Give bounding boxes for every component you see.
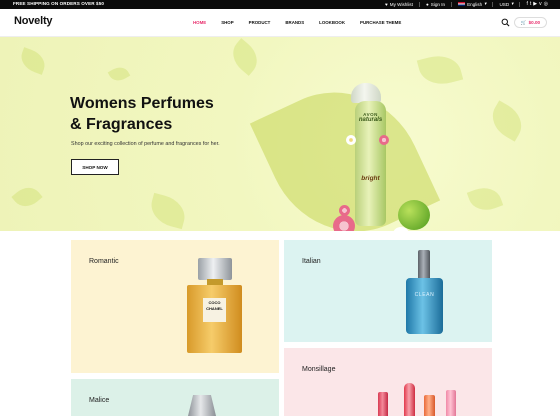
leaf-decoration: [485, 100, 529, 142]
lipstick-image: [424, 395, 435, 416]
vimeo-icon[interactable]: v: [539, 1, 542, 7]
user-icon: ●: [425, 1, 429, 7]
top-bar: FREE SHIPPING ON ORDERS OVER $50 ♥ My Wis…: [0, 0, 560, 9]
youtube-icon[interactable]: ▶: [533, 1, 537, 7]
lipstick-image: [378, 392, 388, 416]
pink-flower-image: [339, 205, 350, 216]
cart-button[interactable]: 🛒 $0.00: [514, 17, 547, 28]
leaf-decoration: [11, 181, 43, 213]
leaf-decoration: [107, 63, 131, 85]
top-bar-right: ♥ My Wishlist ● Sign In English ▾ USD ▾ f t …: [385, 1, 548, 7]
bottle-cap: [351, 83, 381, 103]
lipstick-image: [446, 390, 456, 416]
nav-brands[interactable]: BRANDS: [285, 20, 304, 25]
signin-link[interactable]: ● Sign In: [426, 2, 445, 7]
hero-subtitle: Shop our exciting collection of perfume …: [71, 141, 220, 147]
clean-perfume-image: [406, 278, 443, 334]
wishlist-link[interactable]: ♥ My Wishlist: [385, 2, 413, 7]
hero-banner: Womens Perfumes & Fragrances Shop our ex…: [0, 37, 560, 231]
chevron-down-icon: ▾: [484, 1, 487, 6]
divider: [519, 1, 521, 7]
hero-title: Womens Perfumes & Fragrances: [70, 95, 214, 134]
search-icon[interactable]: [501, 18, 510, 27]
nav-shop[interactable]: SHOP: [221, 20, 233, 25]
category-label: Italian: [302, 258, 321, 265]
divider: [492, 1, 494, 7]
coco-perfume-label: COCO CHANEL: [203, 298, 226, 322]
site-logo[interactable]: Novelty: [14, 15, 53, 27]
main-header: Novelty HOME SHOP PRODUCT BRANDS LOOKBOO…: [0, 9, 560, 37]
leaf-decoration: [466, 182, 504, 216]
leaf-decoration: [146, 192, 190, 230]
pink-flower-image: [333, 215, 355, 231]
green-apple-image: [398, 200, 430, 230]
white-flower-image: [346, 135, 356, 145]
social-links: f t ▶ v ◎: [526, 1, 548, 7]
nav-home[interactable]: HOME: [193, 20, 206, 25]
nav-purchase-theme[interactable]: PURCHASE THEME: [360, 20, 401, 25]
lipstick-image: [404, 383, 415, 416]
category-tile-malice[interactable]: Malice: [71, 379, 279, 416]
cart-total: $0.00: [528, 20, 541, 25]
heart-icon: ♥: [385, 1, 388, 7]
language-select[interactable]: English ▾: [458, 1, 486, 7]
category-tile-italian[interactable]: Italian: [284, 240, 492, 342]
nav-product[interactable]: PRODUCT: [249, 20, 271, 25]
facebook-icon[interactable]: f: [526, 1, 527, 7]
category-tile-romantic[interactable]: Romantic: [71, 240, 279, 373]
leaf-decoration: [17, 47, 49, 75]
clean-perfume-label: CLEAN: [414, 292, 435, 298]
twitter-icon[interactable]: t: [530, 1, 531, 7]
pink-flower-image: [379, 135, 389, 145]
leaf-decoration: [416, 50, 464, 90]
coco-perfume-cap: [198, 258, 232, 280]
promo-text: FREE SHIPPING ON ORDERS OVER $50: [13, 1, 105, 6]
category-tile-monsillage[interactable]: Monsillage: [284, 348, 492, 416]
main-nav: HOME SHOP PRODUCT BRANDS LOOKBOOK PURCHA…: [193, 20, 401, 25]
divider: [451, 1, 453, 7]
uk-flag-icon: [458, 1, 466, 7]
divider: [418, 1, 420, 7]
clean-perfume-cap: [418, 250, 430, 280]
chevron-down-icon: ▾: [511, 1, 514, 6]
category-label: Romantic: [89, 258, 119, 265]
category-label: Monsillage: [302, 366, 336, 373]
currency-select[interactable]: USD ▾: [499, 1, 513, 7]
bottle-label: AVON naturals bright: [358, 112, 383, 182]
category-label: Malice: [89, 397, 110, 404]
instagram-icon[interactable]: ◎: [544, 1, 548, 7]
nav-lookbook[interactable]: LOOKBOOK: [319, 20, 345, 25]
shop-now-button[interactable]: SHOP NOW: [71, 159, 119, 175]
leaf-decoration: [225, 38, 265, 76]
cart-icon: 🛒: [520, 19, 527, 25]
